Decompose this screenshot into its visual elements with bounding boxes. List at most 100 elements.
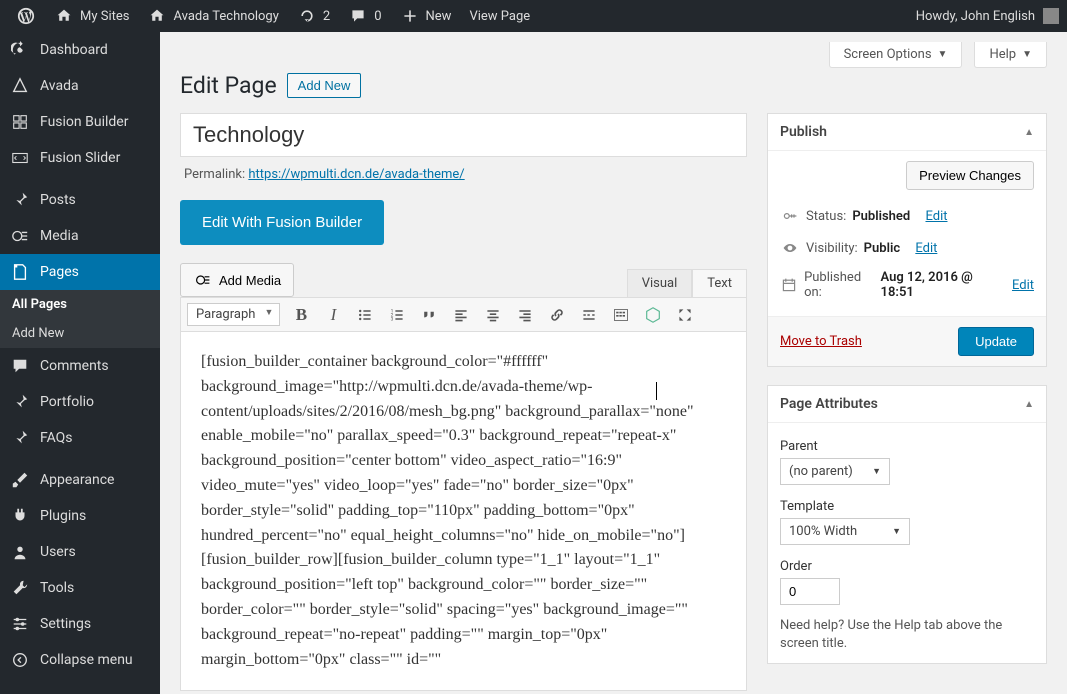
- preview-changes-button[interactable]: Preview Changes: [906, 161, 1034, 190]
- media-icon: [193, 270, 213, 290]
- comment-icon: [10, 356, 30, 376]
- post-title-input[interactable]: [180, 113, 747, 157]
- admin-topbar: My Sites Avada Technology 2 0 New View P…: [0, 0, 1067, 32]
- sidebar-item-avada[interactable]: Avada: [0, 68, 160, 104]
- sidebar-item-appearance[interactable]: Appearance: [0, 462, 160, 498]
- pin-icon: [10, 392, 30, 412]
- numbered-list-button[interactable]: 123: [386, 304, 408, 326]
- updates-link[interactable]: 2: [289, 0, 338, 32]
- sidebar-item-media[interactable]: Media: [0, 218, 160, 254]
- bullet-list-button[interactable]: [354, 304, 376, 326]
- sitename-label: Avada Technology: [173, 9, 278, 24]
- wp-logo[interactable]: [8, 0, 44, 32]
- chevron-down-icon: ▼: [892, 526, 901, 537]
- wordpress-icon: [16, 6, 36, 26]
- blockquote-button[interactable]: [418, 304, 440, 326]
- sidebar-item-dashboard[interactable]: Dashboard: [0, 32, 160, 68]
- collapse-icon[interactable]: ▲: [1024, 127, 1034, 138]
- sidebar-item-settings[interactable]: Settings: [0, 606, 160, 642]
- editor-tab-visual[interactable]: Visual: [627, 269, 693, 297]
- sidebar-subitem-add-new[interactable]: Add New: [0, 319, 160, 348]
- fullscreen-button[interactable]: [674, 304, 696, 326]
- update-count: 2: [323, 9, 330, 24]
- user-icon: [10, 542, 30, 562]
- editor-toolbar: Paragraph B I 123: [180, 297, 747, 332]
- chevron-down-icon: ▼: [1022, 49, 1032, 60]
- read-more-button[interactable]: [578, 304, 600, 326]
- publish-metabox: Publish▲ Preview Changes Status: Publish…: [767, 113, 1047, 367]
- plug-icon: [10, 506, 30, 526]
- format-select[interactable]: Paragraph: [187, 303, 280, 326]
- parent-select[interactable]: (no parent)▼: [780, 458, 890, 485]
- sidebar-item-users[interactable]: Users: [0, 534, 160, 570]
- greeting-text: Howdy, John English: [916, 9, 1035, 24]
- comment-icon: [348, 6, 368, 26]
- edit-date-link[interactable]: Edit: [1012, 278, 1034, 293]
- editor-tab-text[interactable]: Text: [692, 269, 747, 297]
- move-to-trash-link[interactable]: Move to Trash: [780, 334, 862, 349]
- calendar-icon: [780, 275, 798, 295]
- admin-sidebar: Dashboard Avada Fusion Builder Fusion Sl…: [0, 32, 160, 694]
- sidebar-item-fusion-slider[interactable]: Fusion Slider: [0, 140, 160, 176]
- editor-body[interactable]: [fusion_builder_container background_col…: [180, 332, 747, 691]
- template-label: Template: [780, 499, 1034, 514]
- pin-icon: [10, 190, 30, 210]
- sidebar-subitem-all-pages[interactable]: All Pages: [0, 290, 160, 319]
- help-tab[interactable]: Help▼: [974, 42, 1047, 68]
- permalink-row: Permalink: https://wpmulti.dcn.de/avada-…: [184, 167, 743, 182]
- mysites-label: My Sites: [80, 9, 129, 24]
- sitename-link[interactable]: Avada Technology: [139, 0, 286, 32]
- text-cursor: [656, 382, 657, 400]
- sidebar-item-faqs[interactable]: FAQs: [0, 420, 160, 456]
- edit-visibility-link[interactable]: Edit: [915, 241, 937, 256]
- key-icon: [780, 206, 800, 226]
- collapse-icon: [10, 650, 30, 670]
- avada-icon: [10, 76, 30, 96]
- template-select[interactable]: 100% Width▼: [780, 518, 910, 545]
- update-button[interactable]: Update: [958, 327, 1034, 356]
- sidebar-item-posts[interactable]: Posts: [0, 182, 160, 218]
- toolbar-toggle-button[interactable]: [610, 304, 632, 326]
- collapse-icon[interactable]: ▲: [1024, 399, 1034, 410]
- view-page-link[interactable]: View Page: [461, 0, 538, 32]
- new-label: New: [426, 9, 452, 24]
- screen-options-tab[interactable]: Screen Options▼: [829, 42, 963, 68]
- avatar: [1043, 8, 1059, 24]
- fusion-slider-icon: [10, 148, 30, 168]
- chevron-down-icon: ▼: [872, 466, 881, 477]
- publish-heading: Publish: [780, 124, 827, 140]
- svg-text:3: 3: [391, 316, 394, 322]
- pages-icon: [10, 262, 30, 282]
- align-center-button[interactable]: [482, 304, 504, 326]
- permalink-link[interactable]: https://wpmulti.dcn.de/avada-theme/: [248, 167, 464, 182]
- italic-button[interactable]: I: [322, 304, 344, 326]
- wrench-icon: [10, 578, 30, 598]
- sidebar-item-comments[interactable]: Comments: [0, 348, 160, 384]
- fusion-builder-icon: [10, 112, 30, 132]
- align-left-button[interactable]: [450, 304, 472, 326]
- sidebar-item-tools[interactable]: Tools: [0, 570, 160, 606]
- sidebar-collapse[interactable]: Collapse menu: [0, 642, 160, 678]
- mysites-link[interactable]: My Sites: [46, 0, 137, 32]
- order-label: Order: [780, 559, 1034, 574]
- edit-fusion-builder-button[interactable]: Edit With Fusion Builder: [180, 200, 384, 245]
- fusion-element-button[interactable]: [642, 304, 664, 326]
- align-right-button[interactable]: [514, 304, 536, 326]
- add-new-button[interactable]: Add New: [287, 73, 362, 98]
- pin-icon: [10, 428, 30, 448]
- add-media-button[interactable]: Add Media: [180, 263, 294, 297]
- plus-icon: [400, 6, 420, 26]
- user-greeting[interactable]: Howdy, John English: [916, 8, 1059, 24]
- sidebar-item-portfolio[interactable]: Portfolio: [0, 384, 160, 420]
- order-input[interactable]: [780, 578, 840, 605]
- sidebar-item-pages[interactable]: Pages: [0, 254, 160, 290]
- sidebar-item-plugins[interactable]: Plugins: [0, 498, 160, 534]
- link-button[interactable]: [546, 304, 568, 326]
- edit-status-link[interactable]: Edit: [925, 209, 947, 224]
- new-link[interactable]: New: [392, 0, 460, 32]
- editor-content: [fusion_builder_container background_col…: [201, 353, 694, 668]
- comments-link[interactable]: 0: [340, 0, 389, 32]
- bold-button[interactable]: B: [290, 304, 312, 326]
- chevron-down-icon: ▼: [938, 49, 948, 60]
- sidebar-item-fusion-builder[interactable]: Fusion Builder: [0, 104, 160, 140]
